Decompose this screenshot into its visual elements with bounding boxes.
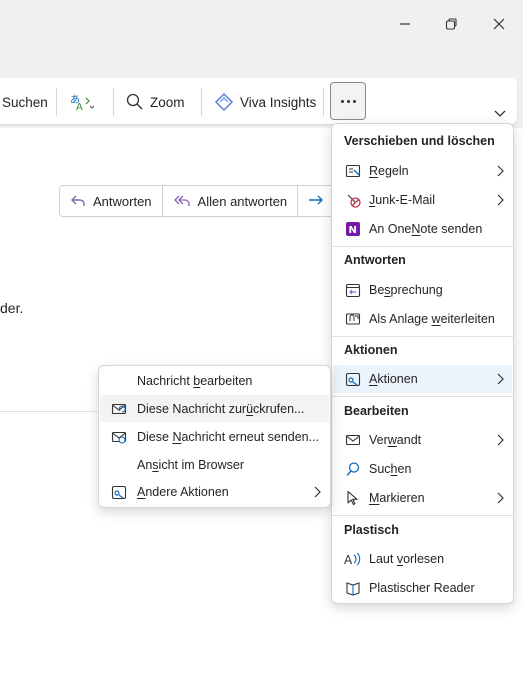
chevron-right-icon <box>497 165 504 177</box>
menu-item-actions[interactable]: Aktionen <box>333 365 512 393</box>
menu-item-forward-as-attachment[interactable]: Als Anlage weiterleiten <box>333 305 512 333</box>
rules-icon <box>345 164 361 178</box>
translate-button[interactable]: あ A <box>62 86 100 118</box>
submenu-item-edit-message[interactable]: Nachricht bearbeiten <box>100 367 329 394</box>
menu-separator <box>332 396 513 397</box>
section-header-edit: Bearbeiten <box>344 404 409 418</box>
ribbon-separator <box>323 88 324 116</box>
submenu-item-view-in-browser[interactable]: Ansicht im Browser <box>100 451 329 478</box>
search-ribbon-button[interactable]: Suchen <box>0 86 54 118</box>
ribbon-separator <box>56 88 57 116</box>
close-icon <box>493 18 505 30</box>
divider <box>0 411 110 412</box>
more-commands-button[interactable] <box>330 82 366 120</box>
menu-separator <box>332 515 513 516</box>
menu-item-select[interactable]: Markieren <box>333 484 512 512</box>
attachment-forward-icon <box>345 313 361 325</box>
menu-item-related[interactable]: Verwandt <box>333 426 512 454</box>
actions-icon <box>111 485 127 499</box>
menu-separator <box>332 246 513 247</box>
reply-icon <box>71 195 85 206</box>
zoom-label: Zoom <box>150 94 185 110</box>
svg-text:A: A <box>344 553 353 567</box>
section-header-immersive: Plastisch <box>344 523 399 537</box>
chevron-right-icon <box>497 194 504 206</box>
viva-insights-icon <box>214 92 234 112</box>
actions-submenu: Nachricht bearbeiten Diese Nachricht zur… <box>98 365 331 508</box>
mail-icon <box>345 434 361 446</box>
menu-item-rules[interactable]: Regeln <box>333 157 512 185</box>
submenu-item-other-actions[interactable]: Andere Aktionen <box>100 478 329 505</box>
ribbon-separator <box>113 88 114 116</box>
menu-item-find[interactable]: Suchen <box>333 455 512 483</box>
read-aloud-icon: A <box>344 552 361 567</box>
reply-button[interactable]: Antworten <box>60 186 163 216</box>
menu-item-read-aloud[interactable]: A Laut vorlesen <box>333 545 512 573</box>
chevron-right-icon <box>497 373 504 385</box>
menu-item-send-to-onenote[interactable]: N An OneNote senden <box>333 215 512 243</box>
onenote-icon: N <box>346 222 360 236</box>
more-dot-icon <box>340 99 344 103</box>
viva-insights-label: Viva Insights <box>240 94 317 110</box>
reply-all-icon <box>173 195 190 206</box>
more-dot-icon <box>346 99 350 103</box>
actions-icon <box>345 372 361 387</box>
section-header-reply: Antworten <box>344 253 406 267</box>
junk-mail-icon <box>347 194 361 208</box>
reply-toolbar: Antworten Allen antworten <box>59 185 349 217</box>
svg-text:N: N <box>349 225 357 236</box>
reply-label: Antworten <box>93 193 152 209</box>
viva-insights-button[interactable]: Viva Insights <box>208 86 322 118</box>
message-body-text: der. <box>0 300 24 316</box>
menu-item-meeting[interactable]: Besprechung <box>333 276 512 304</box>
zoom-icon <box>126 93 143 110</box>
reply-all-button[interactable]: Allen antworten <box>163 186 299 216</box>
svg-text:A: A <box>76 102 83 112</box>
minimize-button[interactable] <box>391 10 419 38</box>
ribbon-toolbar: Suchen あ A Zoom Viva Insights <box>0 78 517 124</box>
submenu-item-recall-message[interactable]: Diese Nachricht zurückrufen... <box>100 395 329 422</box>
section-header-actions: Aktionen <box>344 343 398 357</box>
menu-item-junk-mail[interactable]: Junk-E-Mail <box>333 186 512 214</box>
chevron-down-icon[interactable] <box>493 106 507 120</box>
translate-icon: あ A <box>70 94 94 112</box>
ribbon-separator <box>201 88 202 116</box>
chevron-right-icon <box>497 434 504 446</box>
calendar-reply-icon <box>345 283 361 298</box>
close-button[interactable] <box>485 10 513 38</box>
submenu-item-resend-message[interactable]: Diese Nachricht erneut senden... <box>100 423 329 450</box>
reply-all-label: Allen antworten <box>197 193 288 209</box>
chevron-right-icon <box>314 486 321 498</box>
recall-message-icon <box>111 403 127 414</box>
more-commands-menu: Verschieben und löschen Regeln Junk-E-Ma… <box>331 123 514 604</box>
forward-button[interactable] <box>298 186 334 216</box>
cursor-icon <box>347 490 358 506</box>
search-icon <box>346 462 360 476</box>
more-dot-icon <box>352 99 356 103</box>
minimize-icon <box>400 23 410 25</box>
section-header-move-delete: Verschieben und löschen <box>344 134 495 148</box>
zoom-button[interactable]: Zoom <box>120 86 191 118</box>
title-bar <box>0 0 523 78</box>
forward-icon <box>309 195 324 205</box>
menu-separator <box>332 336 513 337</box>
chevron-right-icon <box>497 492 504 504</box>
resend-message-icon <box>111 431 127 444</box>
immersive-reader-icon <box>346 582 360 596</box>
maximize-button[interactable] <box>437 10 465 38</box>
restore-icon <box>445 18 457 30</box>
ribbon: Suchen あ A Zoom Viva Insights <box>0 78 523 128</box>
search-label: Suchen <box>2 94 48 110</box>
menu-item-immersive-reader[interactable]: Plastischer Reader <box>333 574 512 602</box>
